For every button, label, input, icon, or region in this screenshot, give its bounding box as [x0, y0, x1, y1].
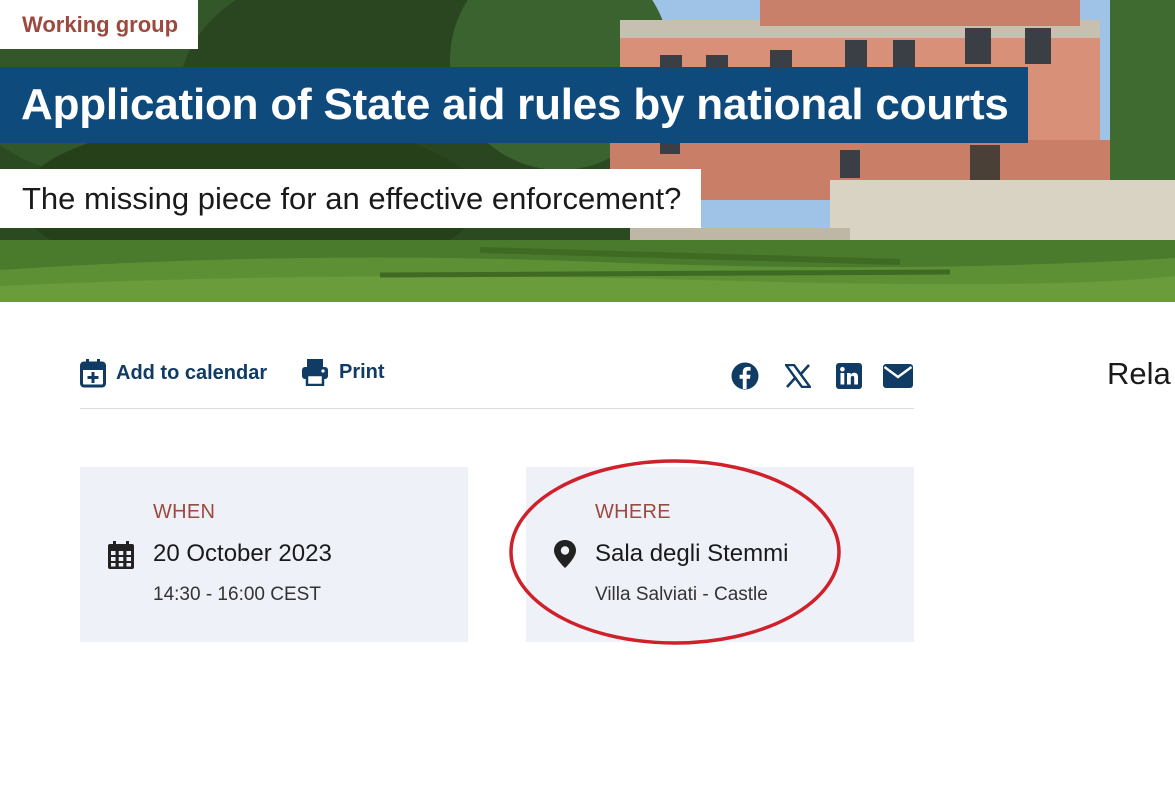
- linkedin-icon: [836, 363, 862, 389]
- share-linkedin-button[interactable]: [834, 361, 864, 391]
- where-card: WHERE Sala degli Stemmi Villa Salviati -…: [526, 467, 914, 642]
- calendar-icon: [108, 541, 134, 569]
- print-label: Print: [339, 360, 385, 383]
- share-x-button[interactable]: [783, 361, 813, 391]
- when-card: WHEN 20 October 2023 14:30 - 16:00 CEST: [80, 467, 468, 642]
- page-title: Application of State aid rules by nation…: [0, 67, 1028, 143]
- where-label: WHERE: [595, 501, 671, 523]
- facebook-icon: [731, 362, 759, 390]
- hero-banner: Working group Application of State aid r…: [0, 0, 1175, 302]
- add-to-calendar-label: Add to calendar: [116, 361, 268, 384]
- print-button[interactable]: Print: [301, 358, 385, 386]
- action-bar: Add to calendar Print: [80, 350, 914, 409]
- calendar-plus-icon: [80, 359, 106, 388]
- add-to-calendar-button[interactable]: Add to calendar: [80, 358, 267, 388]
- printer-icon: [302, 359, 328, 386]
- map-pin-icon: [554, 540, 576, 568]
- event-room: Sala degli Stemmi: [595, 540, 789, 567]
- share-email-button[interactable]: [883, 361, 913, 391]
- x-icon: [785, 364, 811, 388]
- event-date: 20 October 2023: [153, 540, 332, 567]
- page-subtitle: The missing piece for an effective enfor…: [0, 169, 702, 228]
- category-tag: Working group: [0, 0, 199, 49]
- mail-icon: [883, 364, 913, 388]
- share-facebook-button[interactable]: [730, 361, 760, 391]
- related-heading: Rela: [1107, 356, 1171, 391]
- when-label: WHEN: [153, 501, 216, 523]
- event-building: Villa Salviati - Castle: [595, 584, 768, 605]
- event-time: 14:30 - 16:00 CEST: [153, 584, 321, 605]
